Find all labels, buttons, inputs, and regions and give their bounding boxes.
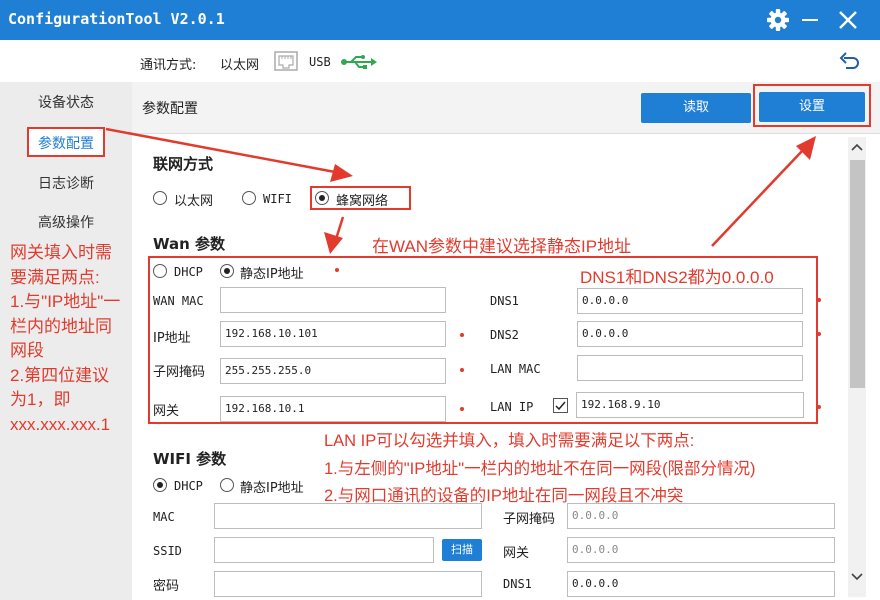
annotation-arrows	[105, 127, 816, 254]
